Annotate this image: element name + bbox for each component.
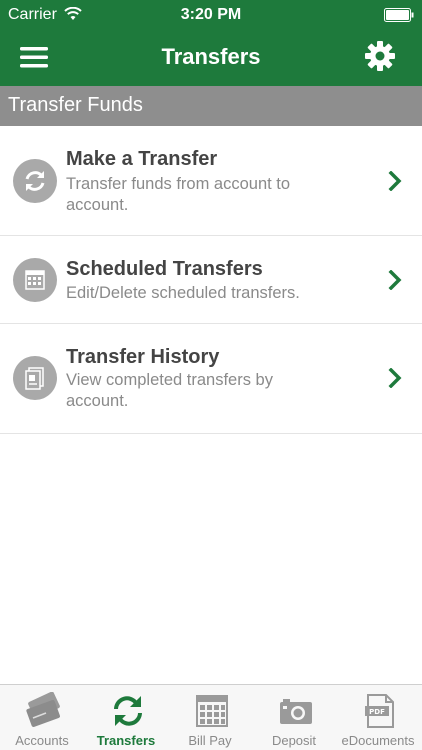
section-header: Transfer Funds (0, 86, 422, 126)
calendar-icon (13, 258, 57, 302)
item-title: Make a Transfer (66, 148, 218, 170)
item-description: Edit/Delete scheduled transfers. (66, 284, 300, 302)
status-bar: Carrier 3:20 PM (0, 0, 422, 30)
scheduled-transfers-item[interactable]: Scheduled Transfers Edit/Delete schedule… (0, 236, 422, 324)
tab-transfers[interactable]: Transfers (84, 685, 168, 750)
app-header: Carrier 3:20 PM Transfers (0, 0, 422, 86)
refresh-icon (13, 159, 57, 203)
status-time: 3:20 PM (180, 6, 242, 23)
item-title: Scheduled Transfers (66, 258, 263, 280)
battery-icon (384, 8, 414, 22)
camera-icon (280, 699, 312, 724)
page-title: Transfers (161, 44, 261, 69)
tab-label: Bill Pay (188, 733, 232, 748)
tab-label: eDocuments (341, 733, 415, 748)
item-description: Transfer funds from account to account. (66, 175, 291, 214)
item-description: View completed transfers by account. (66, 371, 273, 410)
transfer-options-list: Make a Transfer Transfer funds from acco… (0, 126, 422, 434)
make-transfer-item[interactable]: Make a Transfer Transfer funds from acco… (0, 126, 422, 236)
navigation-bar: Transfers (0, 30, 422, 86)
svg-text:PDF: PDF (369, 708, 385, 716)
cards-icon (26, 692, 60, 727)
tab-deposit[interactable]: Deposit (252, 685, 336, 750)
tab-accounts[interactable]: Accounts (0, 685, 84, 750)
gear-icon[interactable] (364, 40, 396, 72)
chevron-right-icon (388, 368, 402, 388)
tab-label: Deposit (271, 733, 317, 748)
transfer-arrows-icon (114, 696, 142, 726)
tab-bill-pay[interactable]: Bill Pay (168, 685, 252, 750)
pdf-document-icon: PDF (365, 694, 394, 728)
tab-bar: Accounts Transfers Bill Pay Deposit PDF … (0, 684, 422, 750)
tab-label: Transfers (96, 733, 156, 748)
calendar-icon (196, 695, 228, 727)
tab-label: Accounts (15, 733, 69, 748)
transfer-history-item[interactable]: Transfer History View completed transfer… (0, 324, 422, 434)
document-icon (13, 356, 57, 400)
chevron-right-icon (388, 171, 402, 191)
tab-edocuments[interactable]: PDF eDocuments (336, 685, 420, 750)
chevron-right-icon (388, 270, 402, 290)
item-title: Transfer History (66, 346, 220, 368)
